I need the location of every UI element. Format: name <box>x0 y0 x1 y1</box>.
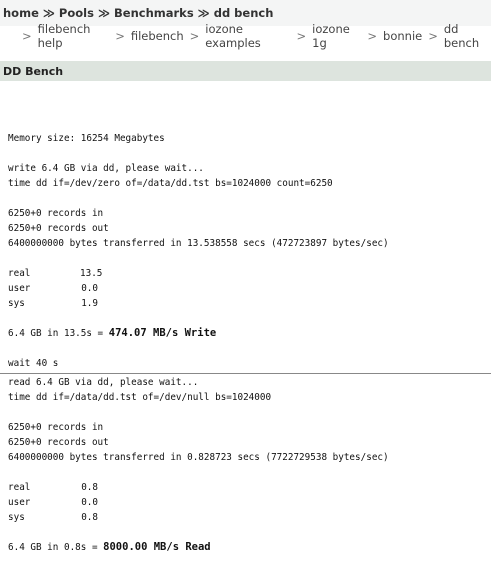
read-result-prefix: 6.4 GB in 0.8s = <box>8 542 104 553</box>
subnav-link-iozone-1g[interactable]: iozone 1g <box>312 22 361 50</box>
time-value: 13.5 <box>80 268 103 279</box>
benchmark-subnav: > filebench help > filebench > iozone ex… <box>0 22 491 50</box>
subnav-link-bonnie[interactable]: bonnie <box>383 29 422 43</box>
time-label: sys <box>8 512 25 523</box>
subnav-separator: > <box>115 29 125 43</box>
time-value: 0.8 <box>81 482 98 493</box>
read-transfer-line: 6400000000 bytes transferred in 0.828723… <box>8 452 389 463</box>
time-label: real <box>8 482 31 493</box>
read-records-out-line: 6250+0 records out <box>8 437 109 448</box>
subnav-arrow-icon: > <box>22 29 32 43</box>
section-header: DD Bench <box>0 61 491 81</box>
write-message-line: write 6.4 GB via dd, please wait... <box>8 163 204 174</box>
breadcrumb-home[interactable]: home <box>3 6 39 20</box>
read-real-time-row: real 0.8 <box>8 480 491 495</box>
section-title: DD Bench <box>3 64 64 78</box>
write-real-time-row: real 13.5 <box>8 266 491 281</box>
write-transfer-line: 6400000000 bytes transferred in 13.53855… <box>8 238 389 249</box>
time-label: real <box>8 268 31 279</box>
read-command-line: time dd if=/data/dd.tst of=/dev/null bs=… <box>8 392 272 403</box>
write-sys-time-row: sys 1.9 <box>8 296 491 311</box>
subnav-link-dd-bench[interactable]: dd bench <box>444 22 491 50</box>
read-result-value: 8000.00 MB/s Read <box>103 541 211 553</box>
read-user-time-row: user 0.0 <box>8 495 491 510</box>
breadcrumb-benchmarks[interactable]: Benchmarks <box>114 6 194 20</box>
time-label: user <box>8 283 31 294</box>
breadcrumb-separator: ≫ <box>197 6 210 20</box>
breadcrumb-pools[interactable]: Pools <box>59 6 94 20</box>
subnav-separator: > <box>189 29 200 43</box>
write-user-time-row: user 0.0 <box>8 281 491 296</box>
read-sys-time-row: sys 0.8 <box>8 510 491 525</box>
read-records-in-line: 6250+0 records in <box>8 422 104 433</box>
read-message-line: read 6.4 GB via dd, please wait... <box>8 377 199 388</box>
write-result-prefix: 6.4 GB in 13.5s = <box>8 328 109 339</box>
breadcrumb-separator: ≫ <box>42 6 55 20</box>
write-result-line: 6.4 GB in 13.5s = 474.07 MB/s Write <box>8 326 491 341</box>
subnav-link-filebench-help[interactable]: filebench help <box>38 22 110 50</box>
memory-size-line: Memory size: 16254 Megabytes <box>8 133 165 144</box>
wait-line: wait 40 s <box>8 358 59 369</box>
write-records-out-line: 6250+0 records out <box>8 223 109 234</box>
read-result-line: 6.4 GB in 0.8s = 8000.00 MB/s Read <box>8 540 491 555</box>
time-value: 0.8 <box>81 512 98 523</box>
subnav-link-filebench[interactable]: filebench <box>131 29 184 43</box>
write-result-value: 474.07 MB/s Write <box>108 327 217 339</box>
subnav-separator: > <box>296 29 307 43</box>
time-value: 1.9 <box>81 298 98 309</box>
output-divider <box>0 373 491 374</box>
subnav-separator: > <box>367 29 378 43</box>
benchmark-output: Memory size: 16254 Megabytes write 6.4 G… <box>0 131 491 555</box>
time-label: user <box>8 497 31 508</box>
subnav-separator: > <box>428 29 438 43</box>
write-records-in-line: 6250+0 records in <box>8 208 104 219</box>
subnav-link-iozone-examples[interactable]: iozone examples <box>205 22 290 50</box>
time-label: sys <box>8 298 25 309</box>
breadcrumb-separator: ≫ <box>97 6 110 20</box>
breadcrumb-dd-bench: dd bench <box>213 6 274 20</box>
time-value: 0.0 <box>81 497 98 508</box>
write-command-line: time dd if=/dev/zero of=/data/dd.tst bs=… <box>8 178 333 189</box>
time-value: 0.0 <box>81 283 98 294</box>
